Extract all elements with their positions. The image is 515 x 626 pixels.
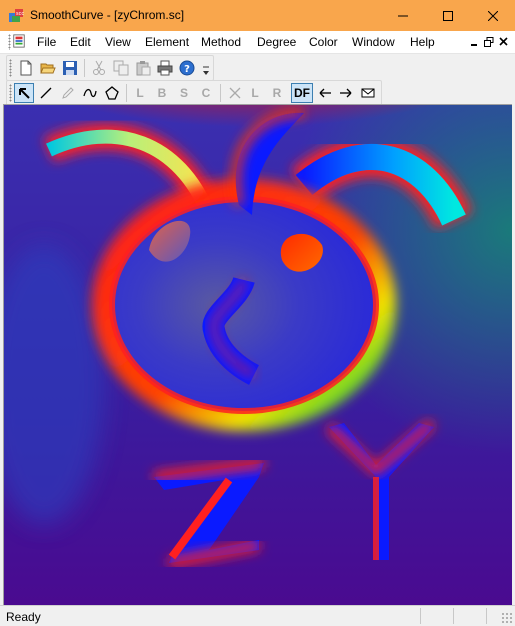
close-icon xyxy=(487,10,498,21)
minimize-button[interactable] xyxy=(380,0,425,31)
help-button[interactable]: ? xyxy=(177,58,197,78)
curve-tool-button[interactable] xyxy=(80,83,100,103)
menu-view[interactable]: View xyxy=(105,35,131,49)
df-button[interactable]: DF xyxy=(291,83,313,103)
delete-button[interactable] xyxy=(225,83,245,103)
menu-window[interactable]: Window xyxy=(352,35,395,49)
open-button[interactable] xyxy=(38,58,58,78)
cut-icon xyxy=(93,60,105,75)
select-arrow-icon xyxy=(19,88,30,99)
menu-degree[interactable]: Degree xyxy=(257,35,296,49)
line-tool-icon xyxy=(40,87,52,99)
status-text: Ready xyxy=(6,610,41,624)
maximize-button[interactable] xyxy=(425,0,470,31)
mdi-restore-button[interactable] xyxy=(483,36,495,48)
arrow-right-icon xyxy=(340,88,352,98)
menu-help[interactable]: Help xyxy=(410,35,435,49)
b-button[interactable]: B xyxy=(152,83,172,103)
l2-button[interactable]: L xyxy=(245,83,265,103)
menu-color[interactable]: Color xyxy=(309,35,338,49)
pencil-icon xyxy=(62,87,74,99)
r-button[interactable]: R xyxy=(267,83,287,103)
toolbar-overflow-chevron[interactable] xyxy=(202,65,210,79)
title-bar[interactable]: scc SmoothCurve - [zyChrom.sc] xyxy=(0,0,515,31)
menu-method[interactable]: Method xyxy=(201,35,241,49)
arrow-right-button[interactable] xyxy=(336,83,356,103)
copy-icon xyxy=(113,60,129,76)
status-bar: Ready xyxy=(0,605,515,626)
line-tool-button[interactable] xyxy=(36,83,56,103)
paste-button[interactable] xyxy=(133,58,153,78)
toolbar-separator xyxy=(126,84,127,102)
help-icon: ? xyxy=(179,60,195,76)
arrow-left-button[interactable] xyxy=(315,83,335,103)
close-button[interactable] xyxy=(470,0,515,31)
mail-button[interactable] xyxy=(358,83,378,103)
cut-button[interactable] xyxy=(89,58,109,78)
menu-file[interactable]: File xyxy=(37,35,56,49)
c-button[interactable]: C xyxy=(196,83,216,103)
menu-bar: File Edit View Element Method Degree Col… xyxy=(0,31,515,54)
standard-toolbar: ? xyxy=(6,55,214,81)
svg-text:?: ? xyxy=(184,64,190,75)
app-icon[interactable]: scc xyxy=(8,7,24,23)
toolbar-separator xyxy=(220,84,221,102)
menu-element[interactable]: Element xyxy=(145,35,189,49)
status-panel-divider xyxy=(486,608,487,624)
mdi-close-button[interactable] xyxy=(498,36,510,48)
toolbar-grip[interactable] xyxy=(9,59,12,77)
freehand-tool-button[interactable] xyxy=(58,83,78,103)
envelope-icon xyxy=(361,88,375,98)
paste-icon xyxy=(136,61,151,76)
draw-toolbar: L B S C L R DF xyxy=(6,80,382,106)
new-button[interactable] xyxy=(16,58,36,78)
maximize-icon xyxy=(442,10,453,21)
svg-text:scc: scc xyxy=(16,11,24,17)
s-button[interactable]: S xyxy=(174,83,194,103)
save-button[interactable] xyxy=(60,58,80,78)
toolbar-grip[interactable] xyxy=(9,84,12,102)
minimize-icon xyxy=(397,15,408,16)
menu-grip[interactable] xyxy=(8,34,11,50)
resize-grip[interactable] xyxy=(501,612,513,624)
chevron-down-icon xyxy=(203,66,209,75)
menu-edit[interactable]: Edit xyxy=(70,35,91,49)
print-icon xyxy=(157,60,173,76)
save-icon xyxy=(63,61,77,75)
new-icon xyxy=(20,60,32,76)
delete-cross-icon xyxy=(229,87,241,99)
arrow-left-icon xyxy=(319,88,331,98)
document-icon[interactable] xyxy=(12,34,26,48)
diffusion-curve-artwork[interactable] xyxy=(4,105,512,605)
curve-tool-icon xyxy=(83,88,97,98)
drawing-canvas[interactable] xyxy=(3,104,512,605)
open-folder-icon xyxy=(40,63,56,74)
toolbar-separator xyxy=(84,59,85,77)
minimize-icon xyxy=(471,44,477,46)
status-panel-divider xyxy=(453,608,454,624)
l-button[interactable]: L xyxy=(130,83,150,103)
close-icon xyxy=(499,37,508,46)
mdi-minimize-button[interactable] xyxy=(469,36,481,48)
select-tool-button[interactable] xyxy=(14,83,34,103)
polygon-tool-icon xyxy=(105,86,119,100)
print-button[interactable] xyxy=(155,58,175,78)
polygon-tool-button[interactable] xyxy=(102,83,122,103)
copy-button[interactable] xyxy=(111,58,131,78)
restore-icon xyxy=(484,37,494,47)
status-panel-divider xyxy=(420,608,421,624)
window-title: SmoothCurve - [zyChrom.sc] xyxy=(30,8,185,22)
